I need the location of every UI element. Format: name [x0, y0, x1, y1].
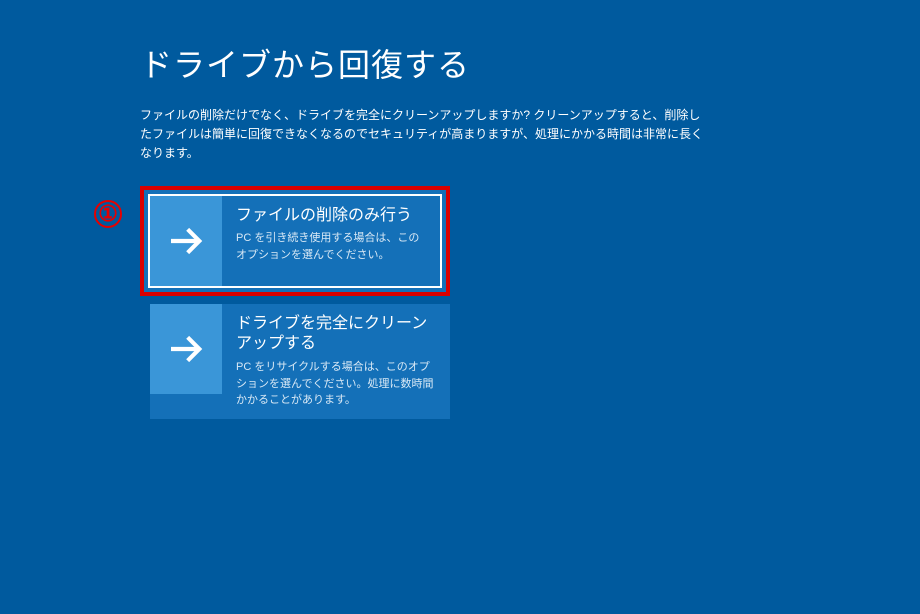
page-description: ファイルの削除だけでなく、ドライブを完全にクリーンアップしますか? クリーンアッ… — [140, 106, 710, 164]
option-description: PC をリサイクルする場合は、このオプションを選んでください。処理に数時間かかる… — [236, 359, 438, 409]
page-title: ドライブから回復する — [140, 40, 920, 86]
option-fully-clean-drive[interactable]: ドライブを完全にクリーンアップする PC をリサイクルする場合は、このオプション… — [150, 304, 450, 419]
recovery-screen: ドライブから回復する ファイルの削除だけでなく、ドライブを完全にクリーンアップし… — [0, 0, 920, 419]
option-remove-files-only[interactable]: ファイルの削除のみ行う PC を引き続き使用する場合は、このオプションを選んでく… — [140, 186, 450, 296]
arrow-right-icon — [150, 304, 222, 394]
option-content: ファイルの削除のみ行う PC を引き続き使用する場合は、このオプションを選んでく… — [222, 196, 440, 286]
option-description: PC を引き続き使用する場合は、このオプションを選んでください。 — [236, 230, 428, 263]
arrow-right-icon — [150, 196, 222, 286]
option-title: ファイルの削除のみ行う — [236, 206, 428, 227]
option-content: ドライブを完全にクリーンアップする PC をリサイクルする場合は、このオプション… — [222, 304, 450, 419]
annotation-marker-1: ① — [94, 200, 122, 228]
option-title: ドライブを完全にクリーンアップする — [236, 314, 438, 356]
